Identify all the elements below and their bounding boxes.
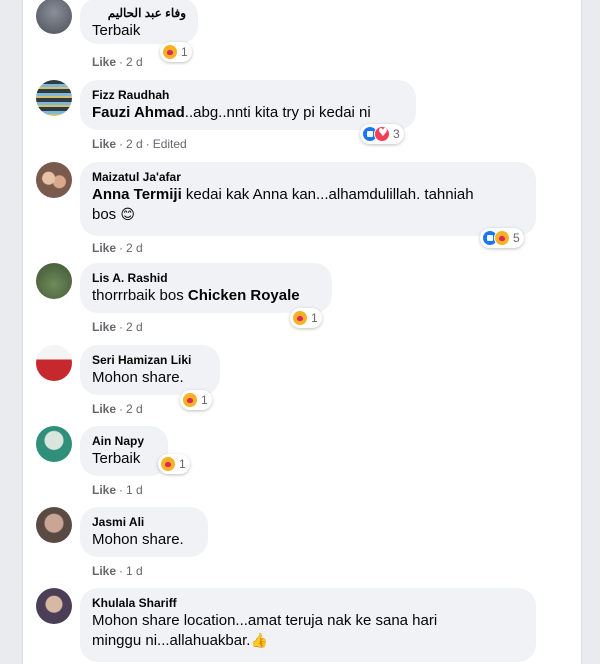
reaction-summary[interactable]: 3: [360, 124, 404, 144]
avatar[interactable]: [36, 507, 72, 543]
avatar[interactable]: [36, 162, 72, 198]
reaction-count: 1: [311, 311, 318, 325]
like-button[interactable]: Like: [92, 483, 116, 497]
timestamp[interactable]: 1 d: [126, 483, 143, 497]
avatar[interactable]: [36, 0, 72, 34]
reaction-summary[interactable]: 1: [160, 42, 192, 62]
reaction-summary[interactable]: 1: [158, 454, 190, 474]
like-button[interactable]: Like: [92, 564, 116, 578]
comment-author[interactable]: Fizz Raudhah: [92, 87, 404, 103]
comment-text: Anna Termiji kedai kak Anna kan...alhamd…: [92, 186, 474, 203]
reaction-count: 3: [393, 127, 400, 141]
comment-text: Mohon share.: [92, 369, 184, 386]
care-reaction-icon: [160, 456, 176, 472]
tagged-page-link[interactable]: Chicken Royale: [188, 287, 300, 304]
care-reaction-icon: [292, 310, 308, 326]
comment-actions: Like · 1 d: [92, 564, 143, 578]
timestamp[interactable]: 2 d: [126, 320, 143, 334]
comment-actions: Like · 2 d: [92, 241, 143, 255]
comment-actions: Like · 2 d: [92, 320, 143, 334]
avatar[interactable]: [36, 588, 72, 624]
comment-bubble: Seri Hamizan Liki Mohon share.: [80, 345, 220, 395]
reaction-count: 1: [179, 457, 186, 471]
reaction-count: 5: [513, 231, 520, 245]
comment-text: Mohon share.: [92, 531, 184, 548]
comment-author[interactable]: Maizatul Ja'afar: [92, 169, 524, 185]
right-page-margin: [581, 0, 600, 664]
like-button[interactable]: Like: [92, 137, 116, 151]
comment-author[interactable]: Lis A. Rashid: [92, 270, 320, 286]
edited-label[interactable]: Edited: [153, 137, 187, 151]
avatar[interactable]: [36, 263, 72, 299]
comment-text: thorrrbaik bos Chicken Royale: [92, 287, 300, 304]
comment-author[interactable]: Ain Napy: [92, 433, 156, 449]
like-button[interactable]: Like: [92, 402, 116, 416]
avatar[interactable]: [36, 426, 72, 462]
comment-text: Terbaik: [92, 22, 141, 39]
avatar[interactable]: [36, 80, 72, 116]
comment-text: Mohon share location...amat teruja nak k…: [92, 612, 438, 629]
timestamp[interactable]: 1 d: [126, 564, 143, 578]
reaction-summary[interactable]: 5: [480, 228, 524, 248]
comment-bubble: Jasmi Ali Mohon share.: [80, 507, 208, 557]
like-button[interactable]: Like: [92, 241, 116, 255]
smile-emoji: 😊: [120, 207, 135, 223]
avatar[interactable]: [36, 345, 72, 381]
timestamp[interactable]: 2 d: [126, 402, 143, 416]
thumbs-up-emoji: 👍: [250, 633, 268, 649]
comment-text: Terbaik: [92, 450, 141, 467]
like-button[interactable]: Like: [92, 320, 116, 334]
comment-bubble: Khulala Shariff Mohon share location...a…: [80, 588, 536, 662]
comment-actions: Like · 2 d: [92, 55, 143, 69]
comment-author[interactable]: وفاء عبد الحاليم: [92, 5, 186, 21]
like-button[interactable]: Like: [92, 55, 116, 69]
comment-author[interactable]: Seri Hamizan Liki: [92, 352, 208, 368]
care-reaction-icon: [494, 230, 510, 246]
love-reaction-icon: [374, 126, 390, 142]
timestamp[interactable]: 2 d: [126, 137, 143, 151]
comment-bubble: وفاء عبد الحاليم Terbaik: [80, 0, 198, 44]
comment-actions: Like · 2 d · Edited: [92, 137, 187, 151]
comment-bubble: Maizatul Ja'afar Anna Termiji kedai kak …: [80, 162, 536, 236]
comment-bubble: Fizz Raudhah Fauzi Ahmad..abg..nnti kita…: [80, 80, 416, 130]
tagged-user-link[interactable]: Fauzi Ahmad: [92, 104, 185, 121]
comment-author[interactable]: Jasmi Ali: [92, 514, 196, 530]
comment-author[interactable]: Khulala Shariff: [92, 595, 524, 611]
care-reaction-icon: [162, 44, 178, 60]
comment-bubble: Ain Napy Terbaik: [80, 426, 168, 476]
comment-bubble: Lis A. Rashid thorrrbaik bos Chicken Roy…: [80, 263, 332, 313]
reaction-summary[interactable]: 1: [180, 390, 212, 410]
comment-text: Fauzi Ahmad..abg..nnti kita try pi kedai…: [92, 104, 371, 121]
reaction-count: 1: [181, 45, 188, 59]
reaction-summary[interactable]: 1: [290, 308, 322, 328]
left-page-margin: [0, 0, 23, 664]
comment-actions: Like · 1 d: [92, 483, 143, 497]
timestamp[interactable]: 2 d: [126, 241, 143, 255]
tagged-user-link[interactable]: Anna Termiji: [92, 186, 182, 203]
care-reaction-icon: [182, 392, 198, 408]
comment-actions: Like · 2 d: [92, 402, 143, 416]
timestamp[interactable]: 2 d: [126, 55, 143, 69]
reaction-count: 1: [201, 393, 208, 407]
